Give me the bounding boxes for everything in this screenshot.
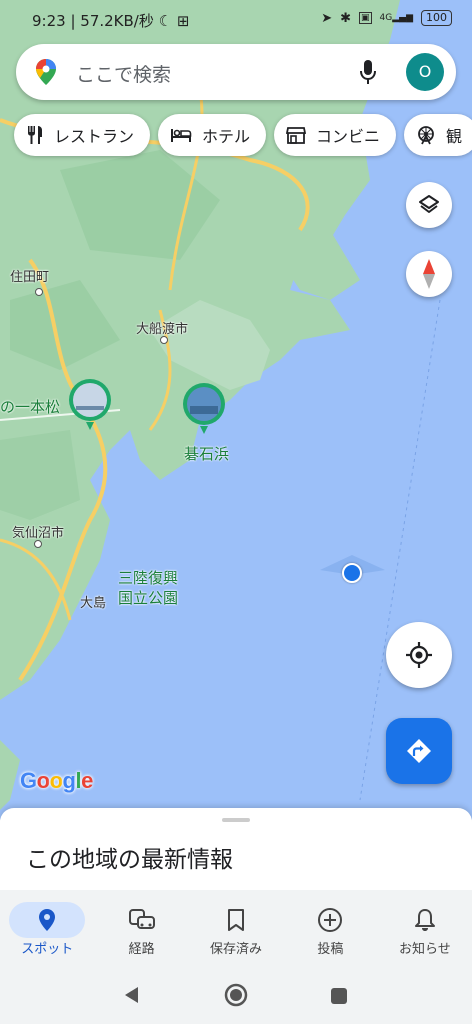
crosshair-icon	[406, 642, 432, 668]
chip-hotel[interactable]: ホテル	[158, 114, 267, 156]
directions-button[interactable]	[386, 718, 452, 784]
city-dot-sumita	[35, 288, 43, 296]
google-logo: Google	[20, 768, 93, 793]
bottom-navigation: スポット 経路 保存済み 投稿 お知らせ	[0, 890, 472, 966]
compass-button[interactable]	[406, 251, 452, 297]
nav-updates[interactable]: お知らせ	[378, 890, 472, 966]
map-label-kesennuma[interactable]: 気仙沼市	[12, 522, 64, 541]
app-notification-icon: ⊞	[176, 12, 190, 30]
chip-convenience-store[interactable]: コンビニ	[274, 114, 397, 156]
signal-icon: 4G▂▄▆	[379, 13, 413, 23]
chip-restaurant[interactable]: レストラン	[14, 114, 151, 156]
signal-label: 4G	[379, 13, 393, 23]
map-label-sumita[interactable]: 住田町	[10, 266, 49, 285]
chip-label: コンビニ	[316, 127, 381, 146]
microphone-icon[interactable]	[358, 58, 378, 86]
compass-icon	[423, 259, 435, 289]
nav-label: 投稿	[317, 942, 344, 957]
google-maps-pin-icon	[36, 59, 56, 85]
back-icon[interactable]	[122, 985, 142, 1005]
utensils-icon	[28, 126, 42, 144]
map-label-sanriku-line1[interactable]: 三陸復興	[118, 567, 178, 588]
commute-icon	[128, 909, 155, 929]
nav-label: スポット	[21, 942, 74, 957]
layers-button[interactable]	[406, 182, 452, 228]
sheet-title: この地域の最新情報	[26, 847, 233, 873]
ferris-wheel-icon	[418, 126, 434, 145]
chip-label: 観	[446, 127, 463, 146]
search-bar[interactable]: ここで検索 O	[16, 44, 456, 100]
bed-icon	[171, 129, 192, 142]
location-pin-icon	[39, 909, 56, 931]
city-dot-kesennuma	[34, 540, 42, 548]
map-label-ofunato[interactable]: 大船渡市	[136, 318, 188, 337]
store-icon	[286, 127, 307, 144]
nav-label: 保存済み	[210, 942, 263, 957]
nav-saved[interactable]: 保存済み	[189, 890, 283, 966]
map-label-sanriku-line2[interactable]: 国立公園	[118, 587, 178, 608]
nav-explore[interactable]: スポット	[0, 890, 94, 966]
account-avatar[interactable]: O	[406, 53, 444, 91]
nav-commute[interactable]: 経路	[94, 890, 188, 966]
bluetooth-icon: ✱	[340, 10, 352, 26]
photo-marker-goishihama[interactable]	[180, 382, 228, 438]
add-circle-icon	[318, 908, 343, 932]
network-speed: 57.2KB/秒	[80, 12, 154, 30]
category-chips: レストラン ホテル コンビニ 観	[14, 114, 472, 158]
map-label-goishihama[interactable]: 碁石浜	[184, 443, 229, 464]
layers-icon	[419, 195, 439, 213]
map-label-ipponmatsu[interactable]: の一本松	[0, 396, 60, 417]
nav-contribute[interactable]: 投稿	[283, 890, 377, 966]
battery-icon: 100	[421, 10, 452, 26]
nav-label: 経路	[128, 942, 155, 957]
volte-icon: ▣	[359, 12, 372, 24]
chip-sightseeing[interactable]: 観	[404, 114, 472, 156]
latest-info-sheet[interactable]: この地域の最新情報	[0, 808, 472, 890]
map-label-oshima[interactable]: 大島	[80, 592, 106, 611]
system-navigation-bar	[0, 966, 472, 1024]
photo-marker-ipponmatsu[interactable]	[66, 378, 114, 434]
nav-label: お知らせ	[398, 942, 451, 957]
chip-label: ホテル	[202, 127, 251, 146]
current-location-dot[interactable]	[342, 563, 362, 583]
sheet-drag-handle[interactable]	[222, 818, 250, 822]
city-dot-ofunato	[160, 336, 168, 344]
status-bar: 9:23 | 57.2KB/秒 ☾ ⊞ ➤ ✱ ▣ 4G▂▄▆ 100	[0, 0, 472, 40]
search-input[interactable]: ここで検索	[76, 60, 171, 87]
recents-icon[interactable]	[330, 987, 348, 1005]
directions-icon	[407, 739, 431, 763]
location-arrow-icon: ➤	[321, 10, 333, 26]
bookmark-icon	[228, 909, 245, 931]
home-icon[interactable]	[224, 983, 248, 1007]
status-time: 9:23	[32, 12, 66, 30]
bell-icon	[414, 909, 435, 931]
my-location-button[interactable]	[386, 622, 452, 688]
chip-label: レストラン	[54, 127, 135, 146]
moon-icon: ☾	[158, 12, 173, 30]
